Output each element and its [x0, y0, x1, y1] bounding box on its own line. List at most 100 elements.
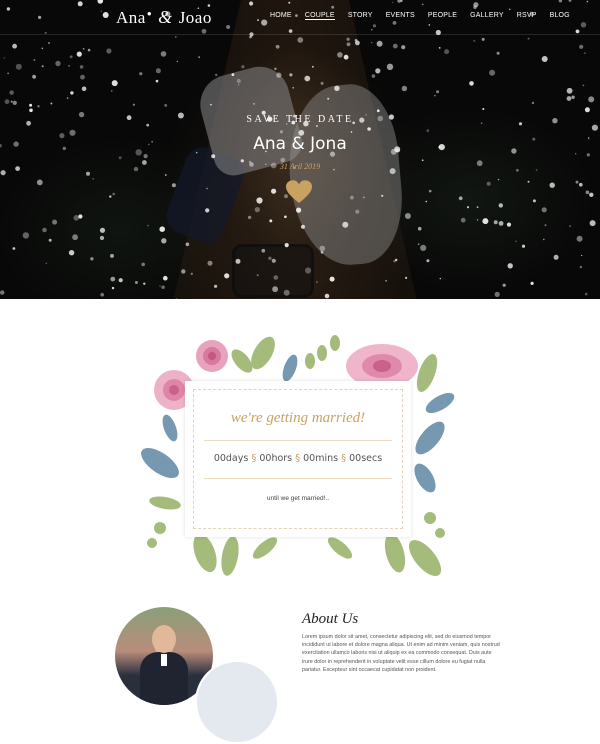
- bokeh-dot: [205, 208, 210, 213]
- bokeh-dot: [346, 37, 350, 41]
- bokeh-dot: [276, 72, 282, 78]
- site-logo[interactable]: Ana● & Joao: [116, 7, 212, 28]
- bokeh-dot: [12, 43, 17, 49]
- bokeh-dot: [428, 189, 432, 193]
- bokeh-dot: [584, 292, 588, 296]
- bokeh-dot: [401, 45, 406, 50]
- countdown-card: we're getting married! 00days § 00hors §…: [185, 381, 411, 537]
- bokeh-dot: [190, 272, 193, 275]
- bokeh-dot: [324, 293, 330, 299]
- bokeh-dot: [118, 278, 123, 283]
- bokeh-dot: [376, 40, 383, 47]
- divider: [204, 478, 392, 479]
- bokeh-dot: [421, 159, 424, 162]
- bokeh-dot: [72, 234, 78, 241]
- bokeh-dot: [582, 84, 585, 87]
- main-nav: HOME COUPLE STORY EVENTS PEOPLE GALLERY …: [270, 12, 583, 20]
- bokeh-dot: [268, 256, 272, 260]
- nav-gallery[interactable]: GALLERY: [470, 12, 504, 20]
- bokeh-dot: [327, 97, 330, 100]
- bokeh-dot: [541, 207, 547, 213]
- countdown-secs: 00secs: [349, 453, 382, 464]
- bokeh-dot: [272, 286, 278, 293]
- bokeh-dot: [375, 68, 381, 74]
- nav-home[interactable]: HOME: [270, 12, 292, 20]
- bokeh-dot: [275, 44, 280, 49]
- bokeh-dot: [235, 258, 241, 264]
- bokeh-dot: [494, 291, 500, 297]
- bokeh-dot: [576, 235, 583, 242]
- bokeh-dot: [80, 74, 85, 80]
- bokeh-dot: [497, 178, 500, 181]
- bokeh-dot: [271, 188, 277, 194]
- logo-ampersand: &: [158, 7, 173, 27]
- bokeh-dot: [256, 197, 263, 204]
- bokeh-dot: [271, 258, 276, 263]
- bokeh-dot: [585, 190, 590, 195]
- nav-events[interactable]: EVENTS: [386, 12, 415, 20]
- bokeh-dot: [371, 74, 376, 78]
- bokeh-dot: [541, 56, 548, 62]
- bokeh-dot: [371, 41, 373, 44]
- bokeh-dot: [274, 67, 277, 71]
- bokeh-dot: [164, 174, 167, 176]
- couple-photo-bride: [195, 660, 279, 744]
- save-the-date-label: SAVE THE DATE: [246, 114, 354, 125]
- bokeh-dot: [106, 48, 112, 54]
- bokeh-dot: [45, 262, 48, 265]
- bokeh-dot: [161, 238, 167, 244]
- bokeh-dot: [92, 178, 95, 180]
- nav-couple[interactable]: COUPLE: [304, 12, 335, 20]
- bokeh-dot: [210, 103, 212, 106]
- countdown-timer: 00days § 00hors § 00mins § 00secs: [194, 453, 402, 464]
- bokeh-dot: [66, 97, 69, 99]
- bokeh-dot: [48, 238, 52, 242]
- nav-people[interactable]: PEOPLE: [428, 12, 457, 20]
- bokeh-dot: [553, 254, 559, 260]
- bokeh-dot: [36, 179, 43, 186]
- nav-story[interactable]: STORY: [348, 12, 373, 20]
- bokeh-dot: [476, 206, 479, 209]
- bokeh-dot: [460, 217, 466, 223]
- bokeh-dot: [482, 218, 489, 225]
- bokeh-dot: [589, 220, 596, 227]
- bokeh-dot: [111, 286, 115, 290]
- nav-blog[interactable]: BLOG: [550, 12, 570, 20]
- logo-name-left: Ana: [116, 8, 146, 27]
- bokeh-dot: [438, 47, 441, 49]
- bokeh-dot: [591, 124, 599, 131]
- bokeh-dot: [143, 154, 148, 159]
- bokeh-dot: [160, 51, 167, 57]
- bokeh-dot: [52, 219, 58, 225]
- bokeh-dot: [214, 284, 218, 288]
- bokeh-dot: [476, 219, 479, 221]
- bokeh-dot: [32, 74, 36, 79]
- bokeh-dot: [82, 48, 85, 50]
- bokeh-dot: [283, 289, 290, 296]
- bokeh-dot: [316, 281, 318, 283]
- couple-names: Ana & Jona: [253, 134, 347, 154]
- bokeh-dot: [73, 215, 80, 221]
- bokeh-dot: [261, 248, 266, 253]
- bokeh-dot: [206, 187, 208, 190]
- bokeh-dot: [362, 196, 365, 199]
- bokeh-dot: [493, 220, 498, 225]
- bokeh-dot: [163, 275, 168, 281]
- bokeh-dot: [305, 267, 312, 274]
- bokeh-dot: [482, 108, 485, 110]
- bokeh-dot: [337, 52, 343, 58]
- nav-rsvp[interactable]: RSVP: [517, 12, 537, 20]
- bokeh-dot: [481, 37, 485, 41]
- bokeh-dot: [273, 275, 279, 280]
- countdown-mins: 00mins: [303, 453, 338, 464]
- bokeh-dot: [354, 39, 358, 42]
- bokeh-dot: [68, 250, 75, 256]
- bokeh-dot: [579, 265, 583, 269]
- bokeh-dot: [159, 226, 165, 232]
- bokeh-dot: [342, 221, 349, 228]
- bokeh-dot: [70, 91, 74, 95]
- bokeh-dot: [76, 51, 82, 57]
- separator-icon: §: [251, 453, 257, 464]
- bokeh-dot: [9, 90, 14, 95]
- bokeh-dot: [143, 282, 146, 285]
